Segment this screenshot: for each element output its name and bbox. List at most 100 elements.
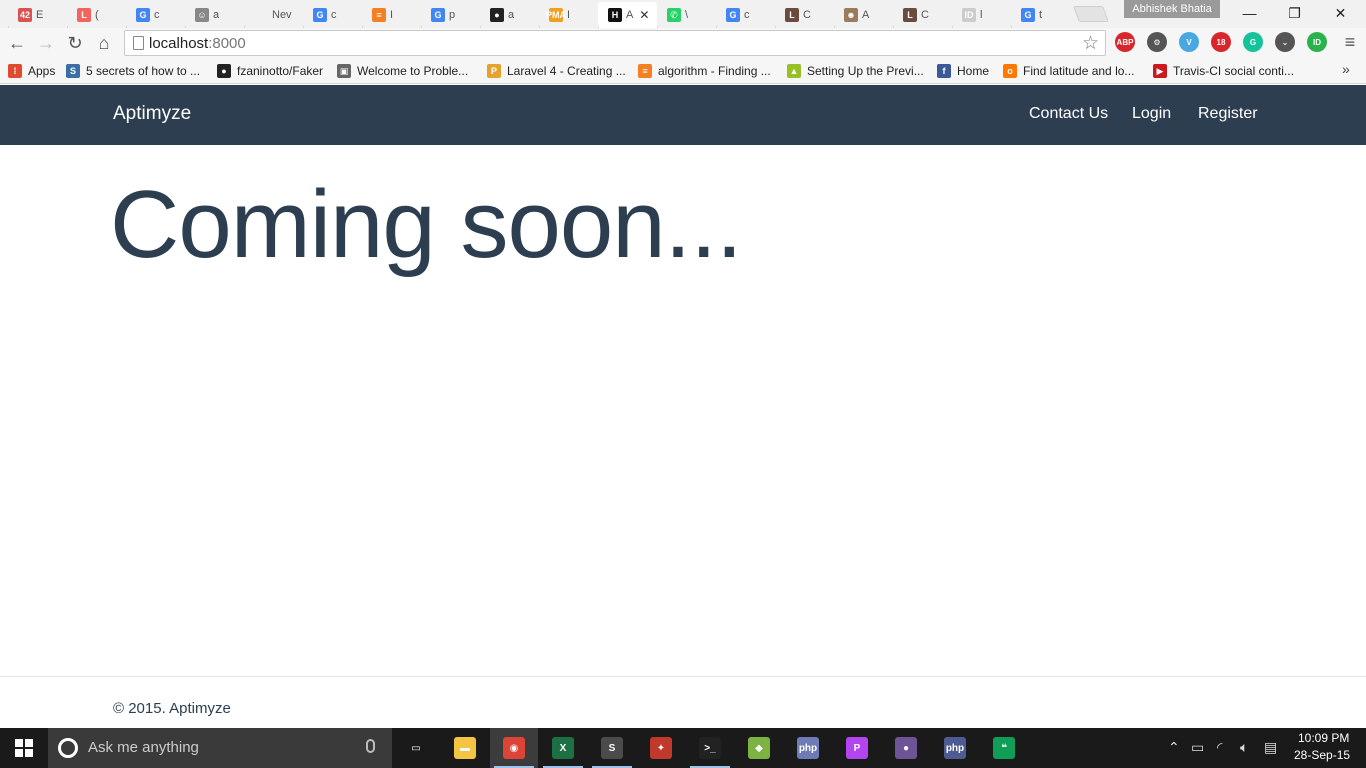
bookmark-label: Setting Up the Previ... [807,64,924,78]
bookmark-item[interactable]: ▶ Travis-CI social conti... [1153,62,1294,80]
chrome-menu-icon[interactable]: ≡ [1340,32,1360,52]
id-green-icon[interactable]: ID [1307,32,1327,52]
tab-title: I [567,9,571,21]
clock-date[interactable]: 28-Sep-15 [1294,748,1350,762]
bookmark-item[interactable]: S 5 secrets of how to ... [66,62,200,80]
tab-title: A [626,9,634,21]
microphone-icon[interactable] [366,739,375,753]
site-brand-link[interactable]: Aptimyze [113,103,191,125]
start-button[interactable] [0,728,48,768]
bookmark-label: algorithm - Finding ... [658,64,771,78]
browser-tab[interactable]: LC [775,2,834,28]
taskbar-app[interactable]: ✦ [637,728,685,768]
browser-tab[interactable]: L( [67,2,126,28]
taskbar-app[interactable]: S [588,728,636,768]
browser-tab[interactable]: Gc [126,2,185,28]
chevron-up-icon[interactable]: ⌃ [1168,739,1180,756]
bookmark-item[interactable]: ▣ Welcome to Proble... [337,62,468,80]
footer-copyright: © 2015. Aptimyze [113,700,231,717]
chevron-more-icon[interactable]: » [1342,61,1350,77]
stackoverflow-icon: ≡ [372,8,386,22]
browser-tab[interactable]: Gc [303,2,362,28]
cortana-icon [58,738,78,758]
nav-contact-link[interactable]: Contact Us [1029,105,1108,123]
taskbar-app[interactable]: ❝ [980,728,1028,768]
bookmark-item[interactable]: P Laravel 4 - Creating ... [487,62,626,80]
notification-icon[interactable]: ▤ [1264,739,1277,756]
browser-tab[interactable]: ● a [480,2,539,28]
browser-tab[interactable]: Gt [1011,2,1070,28]
pocket-icon[interactable]: ⌄ [1275,32,1295,52]
cortana-search-box[interactable]: Ask me anything [48,728,392,768]
address-bar[interactable]: localhost:8000 ☆ [124,30,1106,56]
clock-time[interactable]: 10:09 PM [1298,731,1349,745]
taskbar-app[interactable]: ● [882,728,930,768]
browser-tab[interactable]: LC [893,2,952,28]
browser-tab[interactable]: ☺ a [185,2,244,28]
taskbar-app[interactable]: ▬ [441,728,489,768]
back-arrow-icon[interactable]: ← [6,32,28,54]
forward-arrow-icon[interactable]: → [35,32,57,54]
taskbar-app[interactable]: X [539,728,587,768]
browser-tab[interactable]: 42 E [8,2,67,28]
bookmark-label: Home [957,64,990,78]
restore-icon[interactable]: ❐ [1272,0,1317,26]
taskbar-app[interactable]: ▭ [392,728,440,768]
bookmark-item[interactable]: ⁞ Apps [8,62,55,80]
browser-tab[interactable]: ID l [952,2,1011,28]
home-icon[interactable]: ⌂ [93,32,115,54]
bookmark-item[interactable]: ≡ algorithm - Finding ... [638,62,771,80]
taskbar-app[interactable]: P [833,728,881,768]
google-icon: G [136,8,150,22]
apps-grid-icon: ⁞ [8,64,22,78]
taskbar-app[interactable]: ◆ [735,728,783,768]
tab-title: Nev [272,9,292,21]
nav-login-link[interactable]: Login [1132,105,1171,123]
browser-tab[interactable]: Nev [244,2,303,28]
close-window-icon[interactable]: ✕ [1318,0,1363,26]
bookmark-item[interactable]: ● fzaninotto/Faker [217,62,323,80]
google-icon: G [431,8,445,22]
bookmark-item[interactable]: o Find latitude and lo... [1003,62,1134,80]
nav-register-link[interactable]: Register [1198,105,1258,123]
bookmark-item[interactable]: ▲ Setting Up the Previ... [787,62,924,80]
bookmark-star-icon[interactable]: ☆ [1082,32,1099,55]
tab-close-icon[interactable]: ✕ [639,8,649,22]
browser-tab[interactable]: Gp [421,2,480,28]
volume-icon[interactable]: 🔈︎ [1240,739,1248,756]
tab-title: c [154,9,160,21]
github-icon: ● [217,64,231,78]
browser-tab[interactable]: PMA I [539,2,598,28]
taskbar-app[interactable]: >_ [686,728,734,768]
bookmark-item[interactable]: f Home [937,62,989,80]
tab-title: c [744,9,750,21]
battery-icon[interactable]: ▭ [1191,739,1204,756]
browser-tab[interactable]: ☻ A [834,2,893,28]
calendar-badge-icon[interactable]: 18 [1211,32,1231,52]
reload-icon[interactable]: ↻ [64,32,86,54]
bookmark-label: Find latitude and lo... [1023,64,1135,78]
minimize-icon[interactable]: — [1227,0,1272,26]
taskbar-app[interactable]: ◉ [490,728,538,768]
url-text[interactable]: localhost:8000 [149,35,246,52]
php-icon: php [797,737,819,759]
browser-tab[interactable]: ≡ I [362,2,421,28]
wifi-icon[interactable]: ◜ [1217,739,1222,756]
taskbar-app[interactable]: php [784,728,832,768]
new-tab-button[interactable] [1073,6,1109,22]
browser-tab[interactable]: ✆ \ [657,2,716,28]
adblock-icon[interactable]: ABP [1115,32,1135,52]
person-icon: ☻ [844,8,858,22]
browser-tab[interactable]: Gc [716,2,775,28]
tab-title: a [508,9,515,21]
browser-tab[interactable]: H A ✕ [598,2,657,28]
tab-title: A [862,9,870,21]
gear-film-icon[interactable]: ⚙ [1147,32,1167,52]
grammarly-icon[interactable]: G [1243,32,1263,52]
p-bookmark-icon: P [487,64,501,78]
taskbar-app[interactable]: php [931,728,979,768]
vimeo-icon[interactable]: V [1179,32,1199,52]
profile-button[interactable]: Abhishek Bhatia [1124,0,1220,18]
tab-title: \ [685,9,689,21]
site-footer: © 2015. Aptimyze [0,676,1366,728]
